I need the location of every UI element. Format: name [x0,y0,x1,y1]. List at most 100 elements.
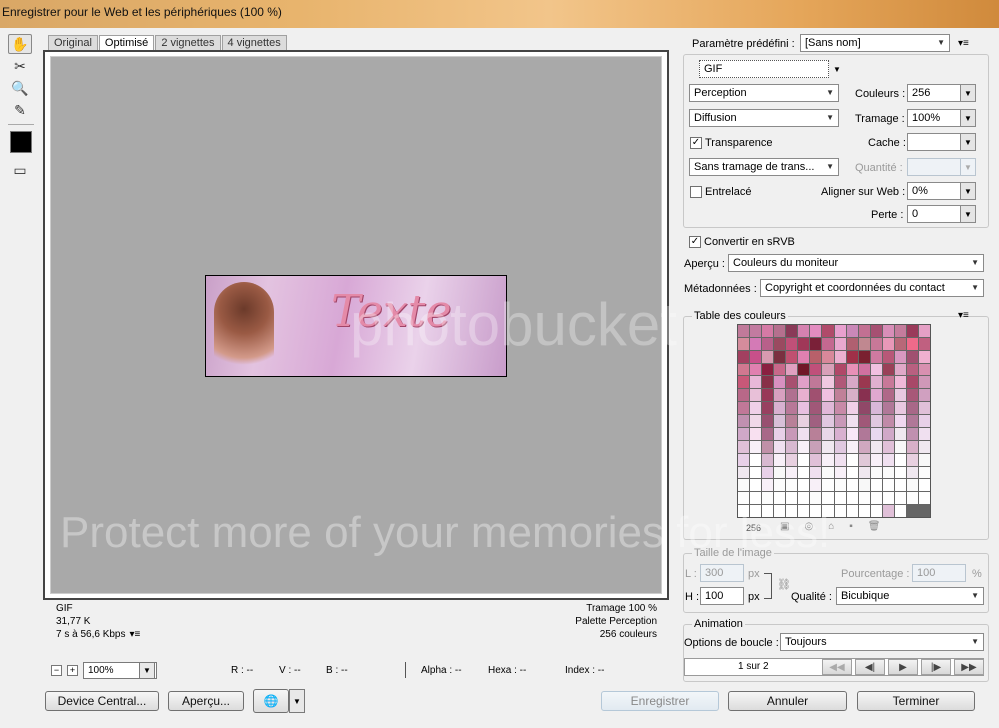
palette-swatch[interactable] [786,415,798,427]
srgb-checkbox[interactable]: ✓ [689,236,701,248]
palette-swatch[interactable] [918,363,930,376]
palette-swatch[interactable] [738,492,750,505]
palette-swatch[interactable] [858,492,870,505]
palette-swatch[interactable] [846,337,858,350]
palette-swatch[interactable] [798,325,810,337]
palette-swatch[interactable] [894,350,906,363]
palette-swatch[interactable] [738,389,750,402]
palette-swatch[interactable] [906,440,918,453]
palette-swatch[interactable] [798,415,810,427]
palette-swatch[interactable] [798,505,810,517]
palette-swatch[interactable] [858,376,870,389]
palette-swatch[interactable] [786,363,798,376]
palette-swatch[interactable] [906,492,918,505]
palette-swatch[interactable] [738,466,750,479]
palette-swatch[interactable] [894,466,906,479]
chevron-down-icon[interactable]: ▼ [960,205,976,223]
palette-swatch[interactable] [738,350,750,363]
palette-swatch[interactable] [870,466,882,479]
palette-swatch[interactable] [786,389,798,402]
lock-icon[interactable]: ⌂ [828,521,849,532]
palette-swatch[interactable] [870,453,882,466]
browser-icon[interactable]: 🌐 [253,689,289,713]
palette-swatch[interactable] [810,389,822,402]
eyedropper-icon[interactable]: ✎ [8,100,32,120]
palette-swatch[interactable] [762,453,774,466]
palette-swatch[interactable] [798,402,810,415]
dither-algo-select[interactable]: Diffusion ▼ [689,109,839,127]
palette-swatch[interactable] [846,427,858,440]
palette-swatch[interactable] [858,389,870,402]
palette-swatch[interactable] [918,427,930,440]
color-palette[interactable] [737,324,931,518]
palette-swatch[interactable] [750,505,762,517]
metadata-select[interactable]: Copyright et coordonnées du contact ▼ [760,279,984,297]
palette-swatch[interactable] [786,453,798,466]
palette-swatch[interactable] [894,363,906,376]
interlaced-checkbox[interactable] [690,186,702,198]
palette-swatch[interactable] [834,505,846,517]
palette-swatch[interactable] [834,376,846,389]
palette-swatch[interactable] [834,363,846,376]
palette-swatch[interactable] [834,440,846,453]
palette-swatch[interactable] [918,402,930,415]
palette-swatch[interactable] [906,453,918,466]
palette-swatch[interactable] [870,440,882,453]
palette-swatch[interactable] [810,505,822,517]
palette-swatch[interactable] [918,376,930,389]
palette-swatch[interactable] [774,337,786,350]
palette-swatch[interactable] [870,325,882,337]
chevron-down-icon[interactable]: ▼ [960,109,976,127]
palette-swatch[interactable] [858,350,870,363]
palette-swatch[interactable] [750,427,762,440]
palette-swatch[interactable] [834,479,846,492]
palette-swatch[interactable] [738,376,750,389]
palette-swatch[interactable] [738,440,750,453]
palette-swatch[interactable] [918,325,930,337]
palette-swatch[interactable] [762,325,774,337]
palette-swatch[interactable] [810,427,822,440]
palette-swatch[interactable] [870,402,882,415]
menu-icon[interactable]: ▾≡ [958,310,969,321]
palette-swatch[interactable] [822,363,834,376]
palette-swatch[interactable] [882,363,894,376]
palette-swatch[interactable] [762,350,774,363]
palette-swatch[interactable] [750,376,762,389]
palette-swatch[interactable] [786,350,798,363]
menu-icon[interactable]: ▾≡ [958,38,969,49]
transparency-checkbox[interactable]: ✓ [690,137,702,149]
palette-swatch[interactable] [894,376,906,389]
palette-swatch[interactable] [918,479,930,492]
palette-swatch[interactable] [834,402,846,415]
palette-swatch[interactable] [798,389,810,402]
palette-swatch[interactable] [882,337,894,350]
colors-field[interactable]: 256 [907,84,961,102]
palette-swatch[interactable] [762,415,774,427]
palette-swatch[interactable] [738,415,750,427]
palette-swatch[interactable] [834,415,846,427]
palette-swatch[interactable] [774,440,786,453]
palette-swatch[interactable] [894,505,906,517]
loop-select[interactable]: Toujours ▼ [780,633,984,651]
palette-swatch[interactable] [846,363,858,376]
palette-swatch[interactable] [834,337,846,350]
palette-swatch[interactable] [786,492,798,505]
palette-swatch[interactable] [738,427,750,440]
palette-swatch[interactable] [810,440,822,453]
palette-swatch[interactable] [858,415,870,427]
palette-swatch[interactable] [822,350,834,363]
palette-swatch[interactable] [762,363,774,376]
palette-swatch[interactable] [786,440,798,453]
enregistrer-button[interactable]: Enregistrer [601,691,719,711]
map-color-icon[interactable]: ▣ [780,521,804,532]
matte-dither-select[interactable]: Sans tramage de trans... ▼ [689,158,839,176]
palette-swatch[interactable] [810,453,822,466]
palette-swatch[interactable] [798,376,810,389]
palette-swatch[interactable] [750,402,762,415]
toggle-slices-icon[interactable]: ▭ [8,160,32,180]
palette-swatch[interactable] [774,389,786,402]
tab-optimise[interactable]: Optimisé [98,35,155,50]
palette-swatch[interactable] [822,492,834,505]
palette-swatch[interactable] [834,466,846,479]
lossy-field[interactable]: 0 [907,205,961,223]
